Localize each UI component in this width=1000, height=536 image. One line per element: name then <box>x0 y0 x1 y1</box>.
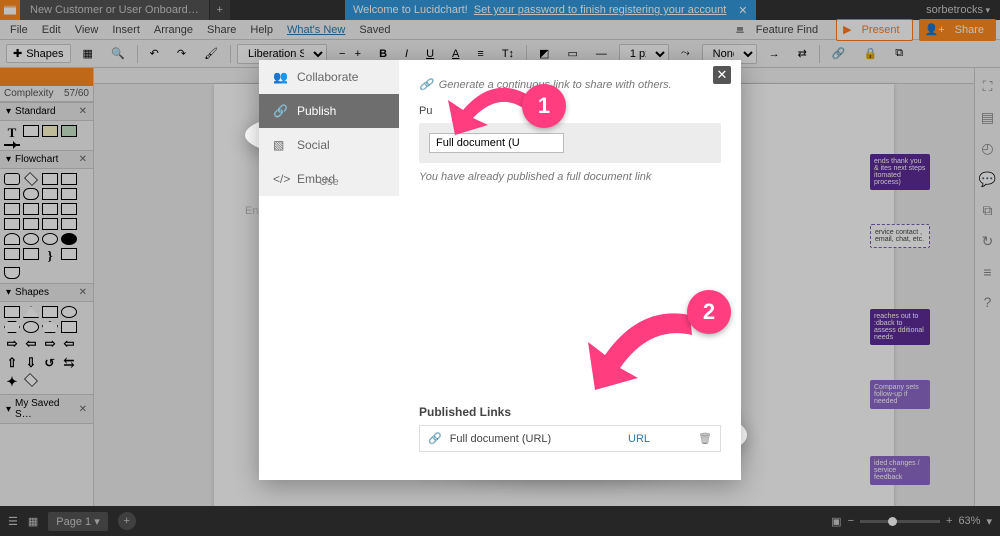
published-link-row: 🔗 Full document (URL) URL 🗑 <box>419 425 721 452</box>
tab-social[interactable]: ▧ Social <box>259 128 399 162</box>
link-icon: 🔗 <box>273 104 287 118</box>
people-icon: 👥 <box>273 70 287 84</box>
trash-icon[interactable]: 🗑 <box>698 432 712 445</box>
callout-badge-1: 1 <box>522 84 566 128</box>
already-published-note: You have already published a full docume… <box>419 171 721 183</box>
embed-abbrev: En <box>245 205 258 217</box>
user-hint: Use <box>259 176 399 188</box>
published-link-label: Full document (URL) <box>450 433 551 445</box>
published-link-url[interactable]: URL <box>628 433 650 445</box>
link-icon: 🔗 <box>428 432 442 445</box>
tab-collaborate[interactable]: 👥 Collaborate <box>259 60 399 94</box>
link-icon: 🔗 <box>419 78 433 91</box>
callout-badge-2: 2 <box>687 290 731 334</box>
tab-publish[interactable]: 🔗 Publish <box>259 94 399 128</box>
modal-tabs: 👥 Collaborate 🔗 Publish ▧ Social </> Emb… <box>259 60 399 196</box>
facebook-icon: ▧ <box>273 138 287 152</box>
